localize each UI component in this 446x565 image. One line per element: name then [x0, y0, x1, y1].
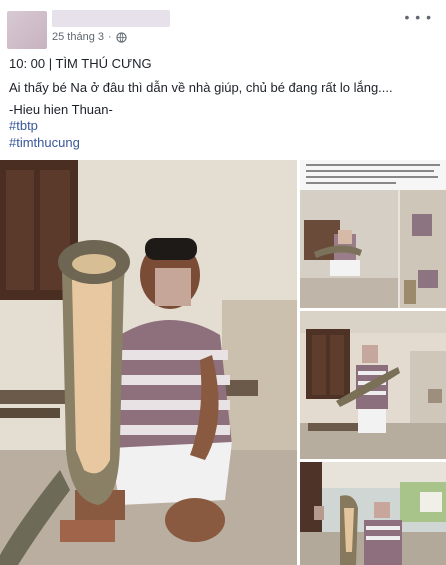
- more-dots-icon[interactable]: • • •: [405, 9, 432, 25]
- main-photo[interactable]: [0, 160, 297, 565]
- post-header: 25 tháng 3 · • • •: [0, 0, 446, 56]
- author-name-redacted[interactable]: [52, 10, 170, 27]
- post-date[interactable]: 25 tháng 3: [52, 31, 104, 43]
- post-message: Ai thấy bé Na ở đâu thì dẫn về nhà giúp,…: [9, 80, 393, 95]
- side-photo-1-image: [300, 160, 446, 308]
- side-photo-3-image: [300, 462, 446, 565]
- post-meta: 25 tháng 3 ·: [52, 31, 127, 43]
- hashtag-timthucung[interactable]: #timthucung: [9, 134, 80, 152]
- side-photo-2-image: [300, 311, 446, 459]
- globe-icon: [116, 31, 127, 43]
- side-photo-1[interactable]: [300, 160, 446, 308]
- main-photo-image: [0, 160, 297, 565]
- side-photo-2[interactable]: [300, 311, 446, 459]
- side-photo-3[interactable]: [300, 462, 446, 565]
- hashtag-tbtp[interactable]: #tbtp: [9, 117, 38, 135]
- avatar[interactable]: [7, 11, 47, 49]
- post-title: 10: 00 | TÌM THÚ CƯNG: [9, 56, 152, 71]
- separator-dot: ·: [108, 31, 112, 43]
